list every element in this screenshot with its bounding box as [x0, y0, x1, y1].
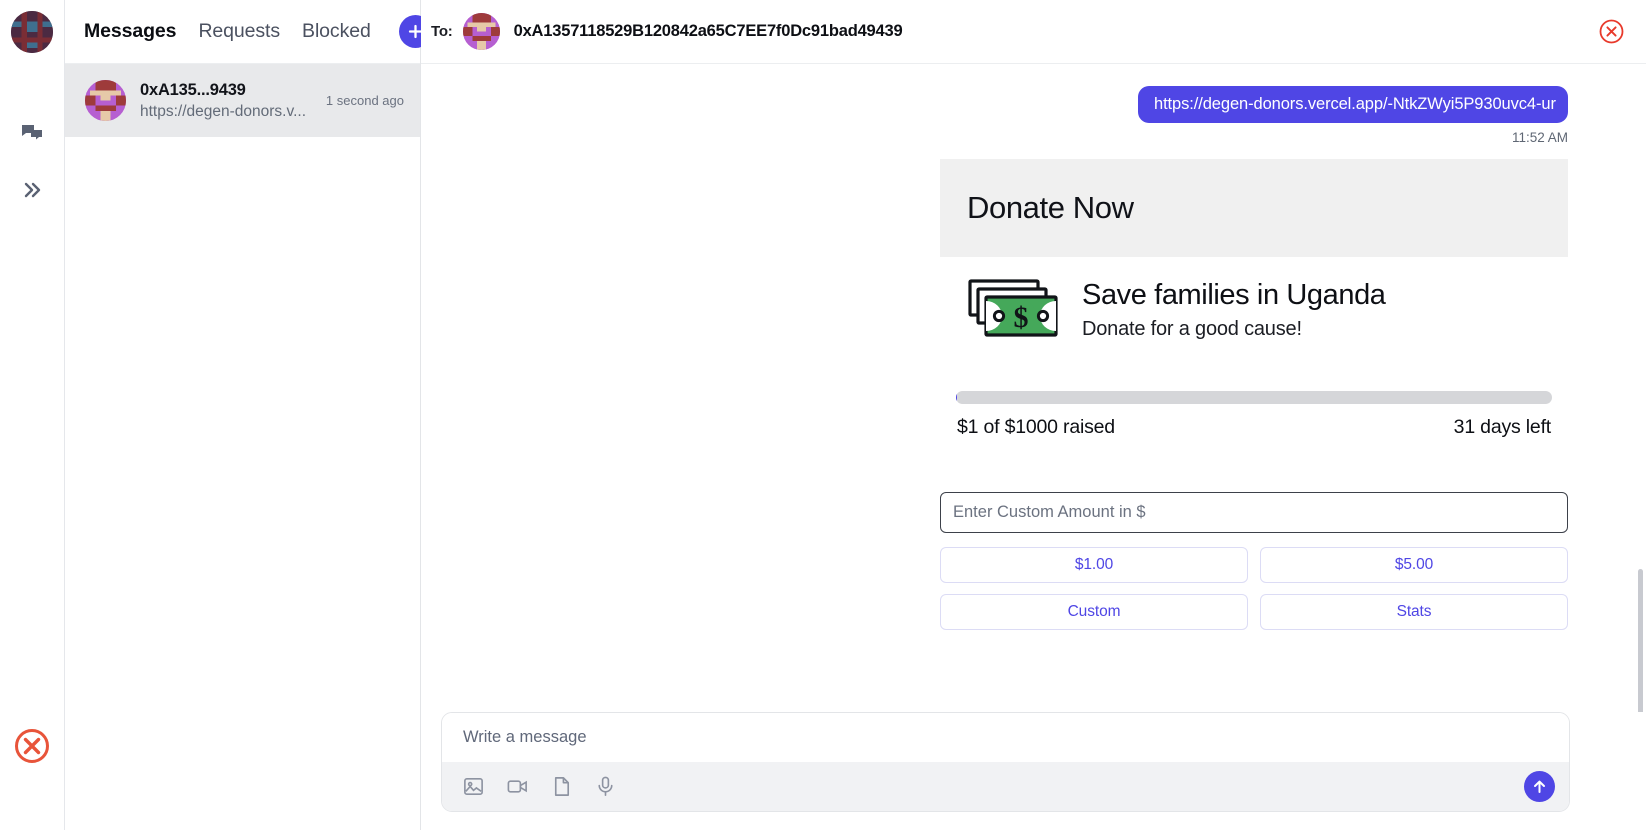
microphone-icon[interactable]	[594, 775, 617, 798]
message-thread-inner: https://degen-donors.vercel.app/-NtkZWyi…	[421, 64, 1646, 640]
thread-scrollbar[interactable]	[1638, 569, 1643, 712]
app-root: Messages Requests Blocked 0xA135...9439 …	[0, 0, 1646, 830]
user-avatar-blockie	[11, 11, 53, 53]
donation-buttons: $1.00 $5.00 Custom Stats	[940, 547, 1568, 630]
stats-button[interactable]: Stats	[1260, 594, 1568, 630]
tab-requests[interactable]: Requests	[198, 20, 280, 43]
xmtp-logo[interactable]	[0, 727, 64, 765]
video-icon[interactable]	[506, 775, 529, 798]
raised-text: $1 of $1000 raised	[957, 416, 1115, 438]
list-item[interactable]: 0xA135...9439 https://degen-donors.v... …	[65, 64, 420, 137]
donation-frame-card: Donate Now $ Save families in Uganda Don…	[940, 159, 1568, 630]
message-thread: https://degen-donors.vercel.app/-NtkZWyi…	[421, 64, 1646, 712]
message-composer	[441, 712, 1570, 812]
user-avatar[interactable]	[11, 11, 53, 53]
conversation-list-panel: Messages Requests Blocked 0xA135...9439 …	[65, 0, 432, 830]
recipient-avatar	[462, 13, 500, 50]
cause-text: Save families in Uganda Donate for a goo…	[1082, 278, 1386, 342]
to-label: To:	[431, 23, 453, 40]
recipient-address: 0xA1357118529B120842a65C7EE7f0Dc91bad494…	[513, 22, 903, 40]
cause-subtitle: Donate for a good cause!	[1082, 318, 1302, 341]
message-bubble-outgoing[interactable]: https://degen-donors.vercel.app/-NtkZWyi…	[1138, 86, 1568, 123]
frame-body: $ Save families in Uganda Donate for a g…	[940, 257, 1568, 630]
custom-amount-input[interactable]	[940, 492, 1568, 533]
frame-banner: Donate Now	[940, 159, 1568, 257]
close-conversation-button[interactable]	[1598, 19, 1624, 45]
days-left-text: 31 days left	[1453, 416, 1552, 438]
expand-chevrons-icon[interactable]	[12, 170, 52, 210]
tab-messages[interactable]: Messages	[84, 20, 177, 43]
image-icon[interactable]	[462, 775, 485, 798]
conversation-avatar-blockie	[85, 80, 126, 121]
conversation-panel: To: 0xA1357118529B120842a65C7EE7f0Dc91ba…	[421, 0, 1646, 830]
conversation-timestamp: 1 second ago	[325, 93, 404, 108]
close-icon	[1599, 19, 1623, 44]
donate-1-button[interactable]: $1.00	[940, 547, 1248, 583]
progress-meta: $1 of $1000 raised 31 days left	[956, 416, 1552, 439]
donate-custom-button[interactable]: Custom	[940, 594, 1248, 630]
donate-5-button[interactable]: $5.00	[1260, 547, 1568, 583]
document-icon[interactable]	[550, 775, 573, 798]
cause-title: Save families in Uganda	[1082, 278, 1386, 311]
message-input[interactable]	[442, 713, 1569, 762]
money-stack-icon: $	[968, 277, 1060, 344]
xmtp-logo-icon	[15, 729, 49, 763]
progress-bar	[956, 391, 1552, 404]
conversation-text: 0xA135...9439 https://degen-donors.v...	[140, 81, 312, 121]
left-rail	[0, 0, 65, 830]
recipient-avatar-blockie	[462, 13, 500, 50]
composer-wrap	[421, 712, 1646, 830]
arrow-up-icon	[1534, 780, 1545, 793]
svg-text:$: $	[1014, 301, 1029, 334]
conversation-preview: https://degen-donors.v...	[140, 102, 307, 120]
conversation-name: 0xA135...9439	[140, 80, 246, 99]
composer-toolbar	[442, 762, 1569, 811]
send-button[interactable]	[1524, 771, 1555, 802]
avatar	[85, 80, 126, 121]
message-row: https://degen-donors.vercel.app/-NtkZWyi…	[441, 86, 1568, 123]
progress-bar-fill	[956, 391, 957, 404]
message-timestamp: 11:52 AM	[1511, 130, 1568, 145]
tab-blocked[interactable]: Blocked	[302, 20, 371, 43]
progress-section: $1 of $1000 raised 31 days left	[940, 391, 1568, 439]
cause-block: $ Save families in Uganda Donate for a g…	[940, 277, 1568, 344]
conversation-header: To: 0xA1357118529B120842a65C7EE7f0Dc91ba…	[421, 0, 1646, 64]
conversation-tabs: Messages Requests Blocked	[65, 0, 432, 64]
chats-icon[interactable]	[12, 113, 52, 153]
frame-banner-title: Donate Now	[967, 190, 1134, 225]
